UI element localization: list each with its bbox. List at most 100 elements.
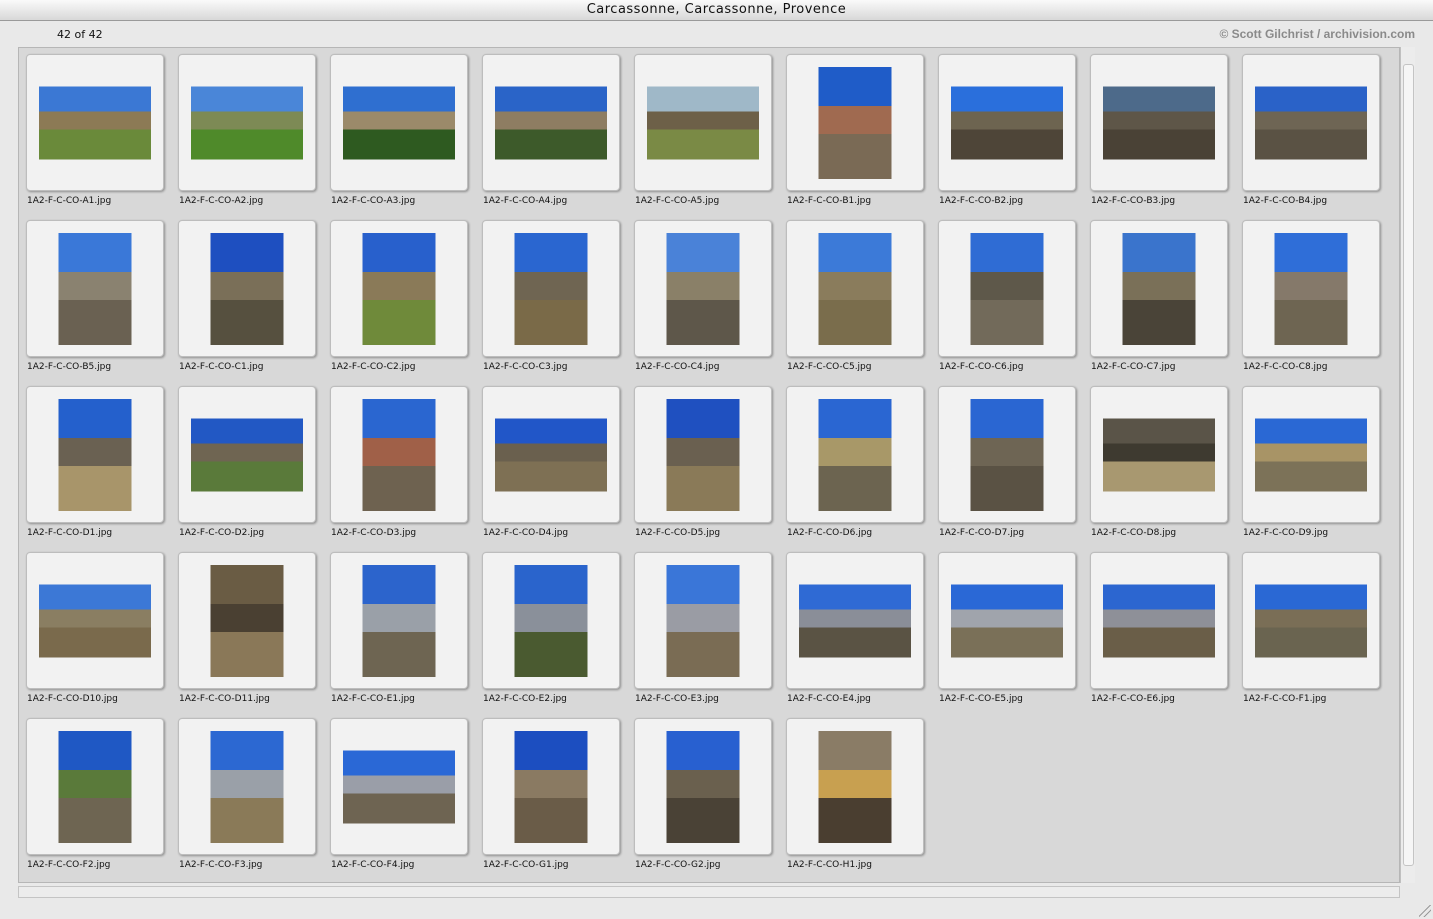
thumbnail-item[interactable]: 1A2-F-C-CO-D7.jpg: [931, 380, 1083, 546]
thumbnail-image[interactable]: [970, 398, 1044, 511]
thumbnail-image[interactable]: [1103, 584, 1215, 657]
slide-frame[interactable]: [178, 220, 316, 357]
slide-frame[interactable]: [330, 386, 468, 523]
thumbnail-item[interactable]: 1A2-F-C-CO-G1.jpg: [475, 712, 627, 878]
thumbnail-item[interactable]: 1A2-F-C-CO-C8.jpg: [1235, 214, 1387, 380]
thumbnail-item[interactable]: 1A2-F-C-CO-E1.jpg: [323, 546, 475, 712]
thumbnail-image[interactable]: [362, 232, 436, 345]
thumbnail-item[interactable]: 1A2-F-C-CO-D4.jpg: [475, 380, 627, 546]
slide-frame[interactable]: [786, 386, 924, 523]
thumbnail-image[interactable]: [210, 564, 284, 677]
slide-frame[interactable]: [786, 220, 924, 357]
slide-frame[interactable]: [938, 220, 1076, 357]
slide-frame[interactable]: [1242, 386, 1380, 523]
thumbnail-image[interactable]: [666, 730, 740, 843]
thumbnail-image[interactable]: [343, 750, 455, 823]
thumbnail-image[interactable]: [210, 232, 284, 345]
thumbnail-item[interactable]: 1A2-F-C-CO-B3.jpg: [1083, 48, 1235, 214]
thumbnail-image[interactable]: [343, 86, 455, 159]
thumbnail-item[interactable]: 1A2-F-C-CO-E6.jpg: [1083, 546, 1235, 712]
slide-frame[interactable]: [938, 54, 1076, 191]
slide-frame[interactable]: [482, 54, 620, 191]
thumbnail-item[interactable]: 1A2-F-C-CO-E2.jpg: [475, 546, 627, 712]
thumbnail-image[interactable]: [666, 564, 740, 677]
thumbnail-item[interactable]: 1A2-F-C-CO-D10.jpg: [19, 546, 171, 712]
scrollbar-thumb[interactable]: [1403, 64, 1414, 866]
thumbnail-image[interactable]: [818, 730, 892, 843]
thumbnail-image[interactable]: [1103, 86, 1215, 159]
thumbnail-item[interactable]: 1A2-F-C-CO-C5.jpg: [779, 214, 931, 380]
slide-frame[interactable]: [26, 386, 164, 523]
slide-frame[interactable]: [634, 552, 772, 689]
slide-frame[interactable]: [1242, 54, 1380, 191]
thumbnail-item[interactable]: 1A2-F-C-CO-F3.jpg: [171, 712, 323, 878]
resize-grip-icon[interactable]: [1419, 905, 1431, 917]
thumbnail-item[interactable]: 1A2-F-C-CO-D8.jpg: [1083, 380, 1235, 546]
thumbnail-item[interactable]: 1A2-F-C-CO-A2.jpg: [171, 48, 323, 214]
thumbnail-image[interactable]: [58, 232, 132, 345]
slide-frame[interactable]: [178, 552, 316, 689]
thumbnail-item[interactable]: 1A2-F-C-CO-D2.jpg: [171, 380, 323, 546]
slide-frame[interactable]: [26, 552, 164, 689]
thumbnail-item[interactable]: 1A2-F-C-CO-B4.jpg: [1235, 48, 1387, 214]
thumbnail-item[interactable]: 1A2-F-C-CO-E4.jpg: [779, 546, 931, 712]
thumbnail-image[interactable]: [818, 398, 892, 511]
slide-frame[interactable]: [1090, 54, 1228, 191]
thumbnail-image[interactable]: [514, 564, 588, 677]
thumbnail-image[interactable]: [39, 584, 151, 657]
thumbnail-item[interactable]: 1A2-F-C-CO-C6.jpg: [931, 214, 1083, 380]
slide-frame[interactable]: [786, 552, 924, 689]
thumbnail-image[interactable]: [818, 232, 892, 345]
thumbnail-image[interactable]: [818, 66, 892, 179]
slide-frame[interactable]: [482, 552, 620, 689]
thumbnail-image[interactable]: [951, 584, 1063, 657]
vertical-scrollbar[interactable]: [1400, 47, 1415, 883]
slide-frame[interactable]: [1090, 552, 1228, 689]
thumbnail-item[interactable]: 1A2-F-C-CO-A4.jpg: [475, 48, 627, 214]
slide-frame[interactable]: [634, 220, 772, 357]
thumbnail-image[interactable]: [191, 418, 303, 491]
thumbnail-item[interactable]: 1A2-F-C-CO-D6.jpg: [779, 380, 931, 546]
thumbnail-item[interactable]: 1A2-F-C-CO-B5.jpg: [19, 214, 171, 380]
slide-frame[interactable]: [1242, 220, 1380, 357]
thumbnail-image[interactable]: [647, 86, 759, 159]
thumbnail-item[interactable]: 1A2-F-C-CO-D1.jpg: [19, 380, 171, 546]
thumbnail-item[interactable]: 1A2-F-C-CO-H1.jpg: [779, 712, 931, 878]
slide-frame[interactable]: [330, 552, 468, 689]
thumbnail-image[interactable]: [39, 86, 151, 159]
thumbnail-image[interactable]: [666, 398, 740, 511]
thumbnail-item[interactable]: 1A2-F-C-CO-E3.jpg: [627, 546, 779, 712]
slide-frame[interactable]: [26, 220, 164, 357]
slide-frame[interactable]: [26, 718, 164, 855]
thumbnail-item[interactable]: 1A2-F-C-CO-A1.jpg: [19, 48, 171, 214]
thumbnail-item[interactable]: 1A2-F-C-CO-F4.jpg: [323, 712, 475, 878]
thumbnail-item[interactable]: 1A2-F-C-CO-D11.jpg: [171, 546, 323, 712]
thumbnail-image[interactable]: [1255, 418, 1367, 491]
thumbnail-item[interactable]: 1A2-F-C-CO-C4.jpg: [627, 214, 779, 380]
slide-frame[interactable]: [634, 718, 772, 855]
thumbnail-item[interactable]: 1A2-F-C-CO-G2.jpg: [627, 712, 779, 878]
thumbnail-item[interactable]: 1A2-F-C-CO-C2.jpg: [323, 214, 475, 380]
thumbnail-item[interactable]: 1A2-F-C-CO-D5.jpg: [627, 380, 779, 546]
thumbnail-item[interactable]: 1A2-F-C-CO-F1.jpg: [1235, 546, 1387, 712]
horizontal-scrollbar[interactable]: [18, 886, 1400, 898]
slide-frame[interactable]: [178, 54, 316, 191]
thumbnail-image[interactable]: [58, 398, 132, 511]
thumbnail-image[interactable]: [495, 86, 607, 159]
slide-frame[interactable]: [634, 54, 772, 191]
thumbnail-item[interactable]: 1A2-F-C-CO-E5.jpg: [931, 546, 1083, 712]
thumbnail-image[interactable]: [495, 418, 607, 491]
thumbnail-item[interactable]: 1A2-F-C-CO-D3.jpg: [323, 380, 475, 546]
slide-frame[interactable]: [330, 718, 468, 855]
thumbnail-image[interactable]: [951, 86, 1063, 159]
slide-frame[interactable]: [482, 718, 620, 855]
thumbnail-image[interactable]: [1255, 86, 1367, 159]
slide-frame[interactable]: [482, 220, 620, 357]
thumbnail-image[interactable]: [1255, 584, 1367, 657]
thumbnail-image[interactable]: [970, 232, 1044, 345]
slide-frame[interactable]: [178, 386, 316, 523]
thumbnail-image[interactable]: [362, 398, 436, 511]
slide-frame[interactable]: [786, 718, 924, 855]
thumbnail-image[interactable]: [666, 232, 740, 345]
thumbnail-item[interactable]: 1A2-F-C-CO-D9.jpg: [1235, 380, 1387, 546]
